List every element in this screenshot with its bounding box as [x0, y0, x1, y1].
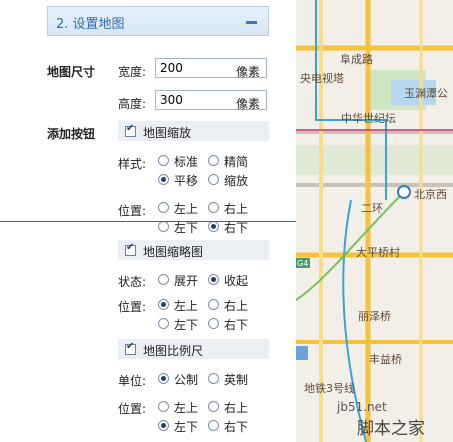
zoom-style-zoom-radio[interactable]	[208, 174, 219, 185]
scale-imperial-radio[interactable]	[208, 373, 219, 384]
watermark-brand: 脚本之家	[357, 419, 425, 439]
map-label-century-altar: 中华世纪坛	[341, 111, 396, 125]
height-unit: 像素	[236, 97, 261, 111]
map-label-yuyuantan: 玉渊潭公	[404, 87, 448, 100]
overview-pos-tl: 左上	[174, 299, 199, 313]
scale-pos-tr-radio[interactable]	[208, 401, 219, 412]
scale-pos-br: 右下	[224, 420, 249, 434]
zoom-pos-tl-radio[interactable]	[158, 202, 169, 213]
overview-pos-br: 右下	[224, 318, 249, 332]
scale-metric-radio[interactable]	[158, 373, 169, 384]
map-label-taipingqiao: 大平桥村	[356, 245, 400, 259]
overview-checkbox[interactable]	[125, 242, 136, 256]
scale-position-label: 位置:	[118, 402, 147, 416]
zoom-style-pan-radio[interactable]	[158, 174, 169, 185]
width-label: 宽度:	[118, 65, 147, 79]
map-label-fengyiqiao: 丰益桥	[369, 352, 402, 366]
scale-pos-bl: 左下	[174, 420, 199, 434]
zoom-position-label: 位置:	[118, 204, 147, 218]
map-label-tv-tower: 央电视塔	[300, 71, 344, 85]
overview-pos-bl-radio[interactable]	[158, 318, 169, 329]
scale-label: 地图比例尺	[143, 344, 204, 358]
overview-pos-tr-radio[interactable]	[208, 299, 219, 310]
scale-pos-tr: 右上	[224, 401, 249, 415]
overview-expand-radio[interactable]	[158, 274, 169, 285]
watermark-site: jb51.net	[337, 400, 387, 414]
zoom-pos-tr: 右上	[224, 202, 249, 216]
scale-option-bar: 地图比例尺	[118, 339, 269, 359]
zoom-checkbox[interactable]	[125, 123, 136, 137]
overview-pos-tl-radio[interactable]	[158, 299, 169, 310]
scale-checkbox[interactable]	[125, 341, 136, 355]
overview-collapse: 收起	[224, 274, 249, 288]
scale-unit-label: 单位:	[118, 374, 147, 388]
zoom-style-pan: 平移	[174, 174, 199, 188]
section-title: 2. 设置地图	[56, 17, 125, 32]
collapse-icon[interactable]	[246, 13, 258, 29]
scale-metric: 公制	[174, 373, 199, 387]
overview-option-bar: 地图缩略图	[118, 240, 269, 260]
overview-collapse-radio[interactable]	[208, 274, 219, 285]
zoom-style-standard: 标准	[174, 155, 199, 169]
map-preview[interactable]: 阜成路 央电视塔 玉渊潭公 中华世纪坛 二环 北京西 大平桥村 丽泽桥 丰益桥 …	[296, 0, 453, 442]
overview-label: 地图缩略图	[143, 245, 204, 259]
scale-pos-bl-radio[interactable]	[158, 420, 169, 431]
zoom-pos-bl-radio[interactable]	[158, 221, 169, 232]
zoom-style-compact: 精简	[224, 155, 249, 169]
overview-position-label: 位置:	[118, 300, 147, 314]
zoom-style-label: 样式:	[118, 157, 147, 171]
zoom-style-compact-radio[interactable]	[208, 155, 219, 166]
map-size-label: 地图尺寸	[47, 65, 96, 79]
map-label-g4: G4	[297, 259, 308, 268]
map-label-subway: 地铁3号线	[304, 381, 355, 395]
scale-pos-tl: 左上	[174, 401, 199, 415]
zoom-pos-tl: 左上	[174, 202, 199, 216]
map-label-second-ring: 二环	[361, 202, 383, 215]
overview-expand: 展开	[174, 274, 199, 288]
zoom-pos-br-radio[interactable]	[208, 221, 219, 232]
scale-pos-br-radio[interactable]	[208, 420, 219, 431]
width-unit: 像素	[236, 65, 261, 79]
red-guide-line	[0, 221, 296, 222]
zoom-style-standard-radio[interactable]	[158, 155, 169, 166]
zoom-pos-tr-radio[interactable]	[208, 202, 219, 213]
map-label-fuchenglu: 阜成路	[340, 53, 373, 66]
height-label: 高度:	[118, 97, 147, 111]
scale-pos-tl-radio[interactable]	[158, 401, 169, 412]
section-header[interactable]: 2. 设置地图	[47, 6, 269, 36]
zoom-style-zoom: 缩放	[224, 174, 249, 188]
add-buttons-label: 添加按钮	[47, 127, 96, 141]
overview-pos-br-radio[interactable]	[208, 318, 219, 329]
zoom-option-bar: 地图缩放	[118, 121, 269, 141]
map-label-lizeqiao: 丽泽桥	[358, 310, 391, 323]
scale-imperial: 英制	[224, 373, 249, 387]
map-label-beijing-west: 北京西	[414, 187, 447, 201]
map-canvas: 阜成路 央电视塔 玉渊潭公 中华世纪坛 二环 北京西 大平桥村 丽泽桥 丰益桥 …	[296, 0, 453, 442]
overview-state-label: 状态:	[118, 275, 147, 289]
overview-pos-tr: 右上	[224, 299, 249, 313]
zoom-label: 地图缩放	[143, 126, 192, 140]
overview-pos-bl: 左下	[174, 318, 199, 332]
